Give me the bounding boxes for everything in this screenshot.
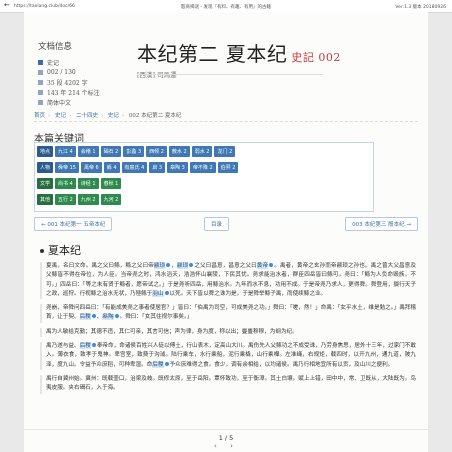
keyword-tag[interactable]: 彭蠡 3 — [123, 146, 145, 157]
annotation-marker-icon[interactable] — [114, 314, 119, 319]
keyword-tag[interactable]: 尚书 4 — [55, 178, 76, 189]
paragraph-text: 禹行自冀州始。冀州：既载壶口，治梁及岐。既修太原，至于岳阳。覃怀致功，至于衡漳。… — [46, 375, 416, 392]
annotation-marker-icon[interactable] — [166, 263, 171, 267]
page-number: 1 / 5 — [218, 434, 234, 442]
breadcrumb-item[interactable]: 史记 — [108, 113, 119, 119]
keyword-tag[interactable]: 诗经 1 — [77, 178, 99, 189]
page-subtitle: 史記 002 — [291, 51, 341, 64]
paragraph-text: 禹为人敏给克勤；其德不违，其仁可亲，其言可信；声为律，身为度，称以出；亹亹穆穆，… — [46, 328, 298, 335]
section-title: 夏本纪 — [40, 242, 416, 258]
site-title: 殷商揭谜 - 发现『有料、有趣、有用』的古籍 — [181, 4, 271, 10]
keyword-category[interactable]: 文学 — [37, 178, 54, 189]
keyword-tag[interactable]: 会稽 1 — [77, 146, 99, 157]
annotated-term[interactable]: 颛顼 — [153, 263, 166, 269]
keyword-tag[interactable]: 碣石 2 — [100, 146, 122, 157]
paragraph: 禹乃遂与益、后稷 奉帝命，命诸侯百姓兴人徒以傅土，行山表木，定高山大川。禹伤先人父… — [40, 342, 416, 370]
paragraph: 禹为人敏给克勤；其德不违，其仁可亲，其言可信；声为律，身为度，称以出；亹亹穆穆，… — [40, 327, 416, 338]
doc-info-row: 简体中文 — [38, 97, 128, 107]
keyword-category[interactable]: 人物 — [37, 162, 54, 173]
keyword-category[interactable]: 其他 — [37, 194, 54, 205]
keyword-tag[interactable]: 舜帝 15 — [55, 162, 79, 173]
annotation-marker-icon[interactable] — [164, 290, 169, 295]
annotation-marker-icon[interactable] — [269, 263, 274, 267]
keyword-tag[interactable]: 五行 2 — [55, 194, 76, 205]
keywords-panel: 地点 九江 4 会稽 1 碣石 2 彭蠡 3 西倾 2 敷水 2 弱水 2 龙门 2 人物 舜帝 … — [34, 142, 374, 212]
doc-info-label: 文档信息 — [38, 42, 73, 52]
keyword-tag[interactable]: 皋陶 3 — [167, 162, 188, 173]
keyword-tag[interactable]: 鲧 4 — [103, 162, 120, 173]
breadcrumb-current: 002 本纪第二 夏本纪 — [128, 113, 182, 119]
toc-link[interactable]: 目录 — [204, 217, 230, 231]
tag-icon — [38, 89, 43, 95]
paragraph: 夏禹，名曰文命。禹之父曰鲧，鲧之父曰帝颛顼 ，颛顼 之父曰昌意，昌意之父曰黄帝 。禹者… — [40, 262, 416, 300]
annotated-term[interactable]: 皋陶 — [102, 314, 114, 321]
keyword-category[interactable]: 地点 — [37, 146, 54, 157]
next-chapter-link[interactable]: 003 本纪第三 殷本纪 → — [345, 217, 418, 231]
divider — [137, 74, 323, 75]
annotated-term[interactable]: 后稷 — [79, 314, 91, 321]
next-page-icon[interactable]: › — [230, 442, 233, 450]
paragraph: 尧崩，帝舜问四岳曰：「有能成美尧之事者使居官？」皆曰：「伯禹为司空，可成美尧之功… — [40, 304, 416, 323]
title-block: 本纪第二 夏本纪 史記 002 [西漢] 司馬遷 — [137, 38, 420, 79]
annotation-marker-icon[interactable] — [91, 314, 96, 319]
keyword-row-people: 人物 舜帝 15 禹帝 6鲧 4 有扈氏 4启 3 皋陶 3 帝不降 2 伯羿 2 — [37, 162, 239, 173]
paragraph: 禹行自冀州始。冀州：既载壶口，治梁及岐。既修太原，至于岳阳。覃怀致功，至于衡漳。… — [40, 374, 416, 394]
keyword-tag[interactable]: 西倾 2 — [146, 146, 167, 157]
keyword-tag[interactable]: 弱水 2 — [191, 146, 213, 157]
annotation-marker-icon[interactable] — [164, 361, 169, 366]
annotated-term[interactable]: 后稷 — [79, 343, 91, 350]
annotated-term[interactable]: 颛顼 — [176, 263, 189, 269]
document-page: 文档信息 史记 002 / 130 35 段 4202 字 143 年 214 … — [24, 12, 428, 452]
chapter-icon — [38, 69, 43, 75]
bullet-icon — [40, 249, 44, 253]
keyword-tag[interactable]: 启 3 — [149, 162, 166, 173]
prev-page-icon[interactable]: ‹ — [214, 442, 217, 450]
pager: 1 / 5 ‹ › — [24, 429, 428, 452]
keyword-tag[interactable]: 伯羿 2 — [217, 162, 239, 173]
breadcrumb-item[interactable]: 二十四史 — [76, 113, 98, 119]
version-label: Ver:1.3 版本 20180926 — [395, 4, 446, 10]
doc-info-row: 史记 — [38, 57, 128, 67]
keyword-tag[interactable]: 春秋 1 — [100, 178, 122, 189]
language-icon — [38, 99, 43, 105]
keyword-tag[interactable]: 龙门 2 — [214, 146, 236, 157]
breadcrumb: 首页 › 史记 › 二十四史 › 史记 › 002 本纪第二 夏本纪 — [34, 111, 418, 122]
keyword-row-literature: 文学 尚书 4 诗经 1 春秋 1 — [37, 178, 122, 189]
paragraph-text: 。舜曰：「女其往视尔事矣。」 — [119, 314, 193, 321]
annotated-term[interactable]: 后稷 — [152, 361, 164, 368]
paragraph-text: 之父曰昌意，昌意之父曰 — [194, 263, 257, 269]
paragraph-text: 禹乃遂与益、 — [46, 343, 80, 350]
keyword-row-places: 地点 九江 4 会稽 1 碣石 2 彭蠡 3 西倾 2 敷水 2 弱水 2 龙门 2 — [37, 146, 236, 157]
doc-info-row: 002 / 130 — [38, 67, 128, 77]
length-icon — [38, 79, 43, 85]
chapter-body: 夏本纪 夏禹，名曰文命。禹之父曰鲧，鲧之父曰帝颛顼 ，颛顼 之父曰昌意，昌意之父曰黄… — [40, 242, 416, 399]
keyword-row-other: 其他 五行 2 九州 2 九河 2 — [37, 194, 122, 205]
keyword-tag[interactable]: 敷水 2 — [168, 146, 190, 157]
doc-info-row: 143 年 214 个标注 — [38, 87, 128, 97]
paragraph-text: 以死。天下皆以舜之诛为是。于是舜举鲧子禹，而使续鲧之业。 — [169, 290, 327, 297]
annotation-marker-icon[interactable] — [189, 263, 194, 267]
keyword-tag[interactable]: 禹帝 6 — [80, 162, 102, 173]
annotation-marker-icon[interactable] — [91, 343, 96, 348]
keyword-tag[interactable]: 帝不降 2 — [189, 162, 216, 173]
chapter-nav: ← 001 本纪第一 五帝本纪 目录 003 本纪第三 殷本纪 → — [34, 217, 418, 231]
page-title: 本纪第二 夏本纪 史記 002 — [137, 42, 341, 66]
breadcrumb-item[interactable]: 史记 — [55, 113, 66, 119]
keyword-tag[interactable]: 有扈氏 4 — [121, 162, 148, 173]
breadcrumb-item[interactable]: 首页 — [34, 113, 45, 119]
paragraph-text: 夏禹，名曰文命。禹之父曰鲧，鲧之父曰帝 — [46, 263, 154, 269]
keyword-tag[interactable]: 九河 2 — [100, 194, 122, 205]
keyword-tag[interactable]: 九江 4 — [55, 146, 76, 157]
book-icon — [38, 59, 43, 65]
keyword-tag[interactable]: 九州 2 — [77, 194, 99, 205]
annotated-term[interactable]: 羽山 — [152, 290, 164, 297]
prev-chapter-link[interactable]: ← 001 本纪第一 五帝本纪 — [34, 217, 113, 231]
annotated-term[interactable]: 黄帝 — [256, 263, 269, 269]
doc-info-panel: 文档信息 史记 002 / 130 35 段 4202 字 143 年 214 … — [38, 40, 128, 107]
doc-info-row: 35 段 4202 字 — [38, 77, 128, 87]
paragraph-text: 予众庶难得之食。食少，调有余相给，以均诸侯。禹乃行相地宜所有以贡，及山川之便利。 — [169, 361, 394, 368]
paragraph-list: 夏禹，名曰文命。禹之父曰鲧，鲧之父曰帝颛顼 ，颛顼 之父曰昌意，昌意之父曰黄帝 。禹者… — [40, 262, 416, 394]
